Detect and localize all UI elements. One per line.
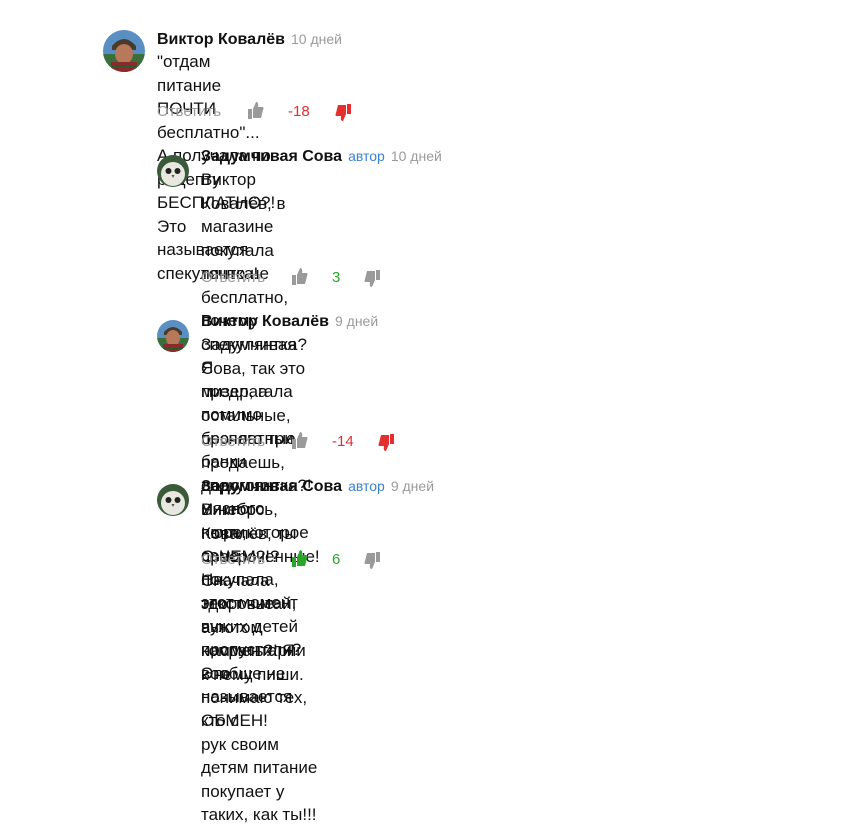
- thumbs-up-icon[interactable]: [292, 431, 308, 454]
- comment-actions: Ответить -14: [201, 431, 411, 453]
- comment-actions: Ответить -18: [157, 101, 377, 123]
- thumbs-up-icon[interactable]: [292, 267, 308, 290]
- timestamp: 9 дней: [390, 478, 435, 494]
- reply-button[interactable]: Ответить: [157, 103, 221, 120]
- author-name[interactable]: Виктор Ковалёв: [157, 31, 285, 48]
- reply-button[interactable]: Ответить: [201, 433, 265, 450]
- rating-score: -18: [288, 103, 310, 120]
- author-name[interactable]: Задумчивая Сова: [201, 148, 342, 165]
- avatar[interactable]: [157, 320, 189, 352]
- avatar[interactable]: [157, 155, 189, 187]
- timestamp: 9 дней: [334, 313, 379, 329]
- thumbs-up-icon[interactable]: [248, 101, 264, 124]
- thumbs-down-icon[interactable]: [364, 270, 380, 293]
- reply-button[interactable]: Ответить: [201, 551, 265, 568]
- avatar[interactable]: [103, 30, 145, 72]
- rating-score: 6: [332, 551, 341, 568]
- comment-actions: Ответить 6: [201, 549, 401, 571]
- thumbs-up-icon[interactable]: [292, 549, 308, 572]
- comment-actions: Ответить 3: [201, 267, 401, 289]
- timestamp: 10 дней: [290, 31, 342, 47]
- thumbs-down-icon[interactable]: [334, 104, 352, 127]
- thumbs-down-icon[interactable]: [377, 434, 395, 457]
- author-name[interactable]: Задумчивая Сова: [201, 478, 342, 495]
- timestamp: 10 дней: [390, 148, 442, 164]
- author-badge: автор: [348, 478, 385, 494]
- rating-score: -14: [332, 433, 354, 450]
- author-name[interactable]: Виктор Ковалёв: [201, 313, 329, 330]
- comment-text: Виктор Ковалёв, ты О ЧЕМ?!? Сначала текс…: [201, 500, 306, 684]
- rating-score: 3: [332, 269, 341, 286]
- thumbs-down-icon[interactable]: [364, 552, 380, 575]
- avatar[interactable]: [157, 484, 189, 516]
- reply-button[interactable]: Ответить: [201, 269, 265, 286]
- author-badge: автор: [348, 148, 385, 164]
